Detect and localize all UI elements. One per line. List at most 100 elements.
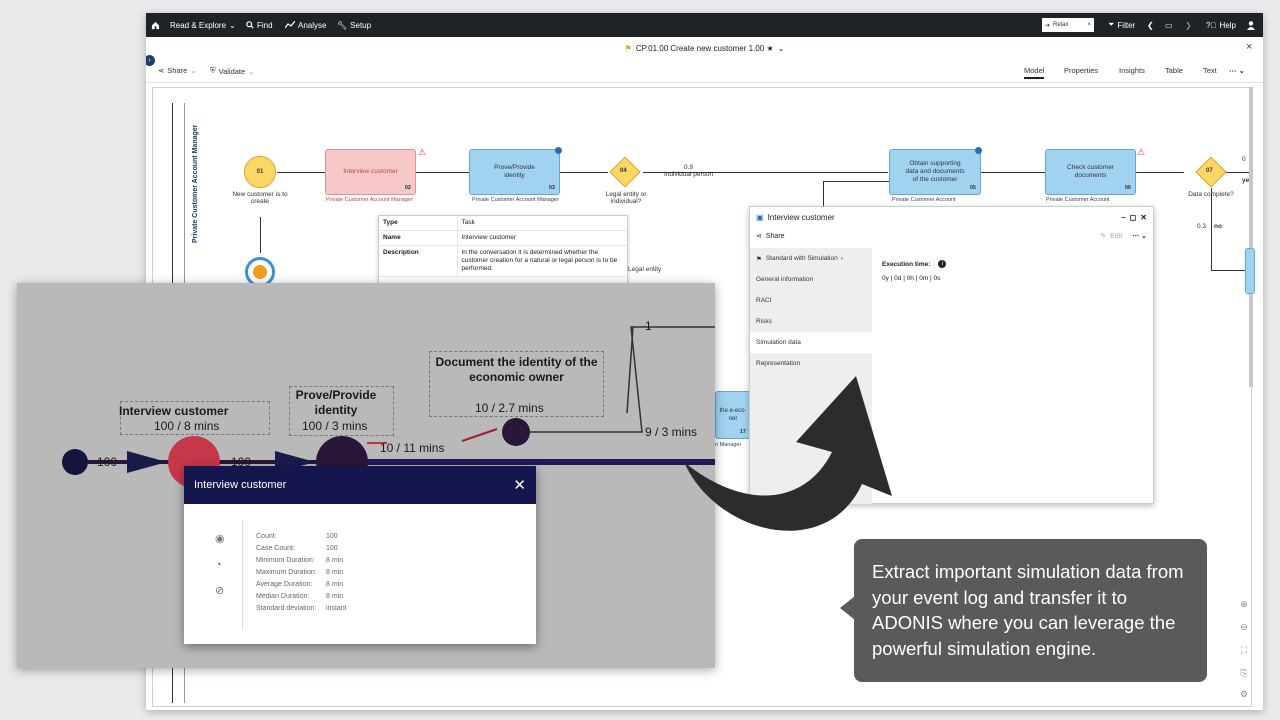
warning-icon[interactable]: ⚠	[1137, 147, 1145, 158]
doc-node-sub: 10 / 2.7 mins	[475, 401, 544, 415]
connector	[981, 172, 1045, 173]
export-icon[interactable]: ⎘	[1238, 668, 1250, 679]
start-event-01[interactable]: 01	[244, 156, 276, 188]
connector	[416, 172, 469, 173]
tab-properties[interactable]: Properties	[1064, 66, 1098, 75]
tab-text[interactable]: Text	[1203, 66, 1217, 75]
gateway-label: Data complete?	[1188, 191, 1234, 198]
info-icon[interactable]	[975, 147, 982, 154]
task-role: Private Customer Account Manager	[326, 197, 413, 203]
clock-icon[interactable]: ◔	[215, 552, 225, 578]
edge-label: 100	[97, 455, 118, 469]
share-button[interactable]: ⋖ Share ⌄	[158, 66, 197, 75]
more-options-icon[interactable]: ⋯ ⌄	[1132, 232, 1147, 240]
stat-value: 8 min	[326, 569, 344, 576]
window-icon[interactable]: ▭	[1165, 13, 1173, 37]
sidebar-item-general-information[interactable]: General information	[750, 269, 872, 290]
chevron-down-icon: ⌄	[229, 20, 236, 30]
chevron-down-icon: ⌄	[248, 66, 255, 76]
stat-value: 8 min	[326, 557, 344, 564]
zoom-out-icon[interactable]: ⊖	[1238, 622, 1250, 633]
edit-button[interactable]: Edit	[1110, 233, 1122, 240]
tab-model[interactable]: Model	[1024, 66, 1045, 79]
edge-label: 10 / 11 mins	[380, 441, 445, 455]
tooltip-value: In the conversation it is determined whe…	[457, 245, 627, 277]
interview-node-sub: 100 / 8 mins	[154, 419, 220, 433]
user-icon[interactable]	[1247, 13, 1255, 37]
minimize-icon[interactable]: –	[1121, 213, 1125, 222]
warning-icon[interactable]: ⚠	[418, 147, 426, 158]
stat-key: Average Duration:	[256, 581, 313, 588]
vertical-scrollbar[interactable]	[1249, 87, 1253, 387]
node-document-owner[interactable]	[502, 418, 530, 446]
eye-off-icon[interactable]: ⊘	[215, 578, 225, 604]
tooltip-table: Type Task Name Interview customer Descript…	[379, 216, 627, 277]
nav-analyse[interactable]: Analyse	[285, 13, 326, 37]
shield-check-icon: ⛨	[210, 66, 216, 75]
close-icon[interactable]: ✕	[513, 476, 526, 494]
task-offscreen[interactable]	[1245, 248, 1255, 294]
chevron-right-icon: ›	[840, 255, 843, 262]
filter-button[interactable]: ⏷ Filter	[1108, 13, 1135, 37]
nav-setup-label: Setup	[350, 20, 372, 30]
task-icon: ▣	[756, 212, 764, 222]
edge-label: Individual person	[664, 171, 714, 178]
callout-pointer	[840, 596, 855, 620]
nav-read-explore[interactable]: Read & Explore ⌄	[170, 13, 236, 37]
zoom-in-icon[interactable]: ⊕	[1238, 599, 1250, 610]
tab-insights[interactable]: Insights	[1119, 66, 1145, 75]
info-icon[interactable]	[555, 147, 562, 154]
validate-label: Validate	[218, 66, 246, 76]
forward-icon[interactable]: ❯	[1185, 13, 1192, 37]
close-model-icon[interactable]: ×	[1246, 41, 1252, 53]
info-icon[interactable]: i	[938, 260, 947, 268]
sidebar-item-standard-simulation[interactable]: ⚑ Standard with Simulation ›	[750, 248, 872, 269]
tab-table[interactable]: Table	[1165, 66, 1183, 75]
wrench-icon: 🔧︎	[337, 20, 348, 30]
task-number: 05	[969, 185, 976, 191]
start-node[interactable]	[62, 449, 88, 475]
filter-icon: ⏷	[1108, 20, 1115, 29]
curved-arrow-graphic	[684, 376, 892, 531]
stat-key: Case Count:	[256, 545, 295, 552]
statistics-list: Count: 100 Case Count: 100 Minimum Duratio…	[256, 533, 347, 617]
close-icon[interactable]: ×	[1087, 22, 1091, 28]
compass-icon[interactable]: ◉	[215, 526, 225, 552]
settings-icon[interactable]: ⚙	[1238, 689, 1250, 700]
model-title[interactable]: CP.01.00 Create new customer 1.00 ★	[636, 44, 774, 53]
back-icon[interactable]: ❮	[1147, 13, 1154, 37]
task-prove-identity[interactable]: Prove/Provide identity 03	[469, 149, 560, 195]
dialog-header: Interview customer ✕	[184, 466, 536, 504]
fit-icon[interactable]: ⛶	[1238, 645, 1250, 656]
close-icon[interactable]: ✕	[1140, 213, 1147, 222]
search-icon	[246, 21, 254, 29]
task-check-documents[interactable]: Check customer documents 06	[1045, 149, 1136, 195]
gateway-label: Legal entity or individual?	[605, 191, 647, 205]
edge-label: no	[1214, 223, 1222, 230]
home-icon[interactable]	[151, 13, 160, 37]
help-button[interactable]: ?⃝ Help	[1206, 13, 1236, 37]
sidebar-item-risks[interactable]: Risks	[750, 311, 872, 332]
task-obtain-documents[interactable]: Obtain supporting data and documents of …	[889, 149, 981, 195]
task-interview-customer[interactable]: Interview customer 02	[325, 149, 416, 195]
flow-arrow	[127, 451, 167, 473]
edit-icon: ✎	[1100, 233, 1107, 240]
more-options-icon[interactable]: ⋯ ⌄	[1229, 66, 1245, 75]
nav-find[interactable]: Find	[246, 13, 273, 37]
task-label: Check customer documents	[1067, 164, 1114, 179]
task-number: 02	[404, 185, 411, 191]
relax-toggle[interactable]: ➔ Relax ×	[1042, 18, 1094, 32]
share-button[interactable]: Share	[766, 233, 785, 240]
validate-button[interactable]: ⛨ Validate ⌄	[210, 66, 254, 76]
share-icon: ⋖	[756, 233, 762, 240]
model-title-bar: ⚑ CP.01.00 Create new customer 1.00 ★ ⌄	[146, 37, 1263, 59]
chevron-down-icon[interactable]: ⌄	[778, 44, 785, 53]
sidebar-item-raci[interactable]: RACI	[750, 290, 872, 311]
nav-setup[interactable]: 🔧︎ Setup	[337, 13, 371, 37]
edge-label: 1	[645, 319, 652, 333]
nav-find-label: Find	[257, 20, 273, 30]
chevron-down-icon: ⌄	[190, 66, 197, 75]
edge-probability: 0.9	[684, 164, 694, 171]
interview-node-label: Interview customer	[119, 404, 229, 418]
maximize-icon[interactable]: ◻	[1130, 213, 1137, 222]
